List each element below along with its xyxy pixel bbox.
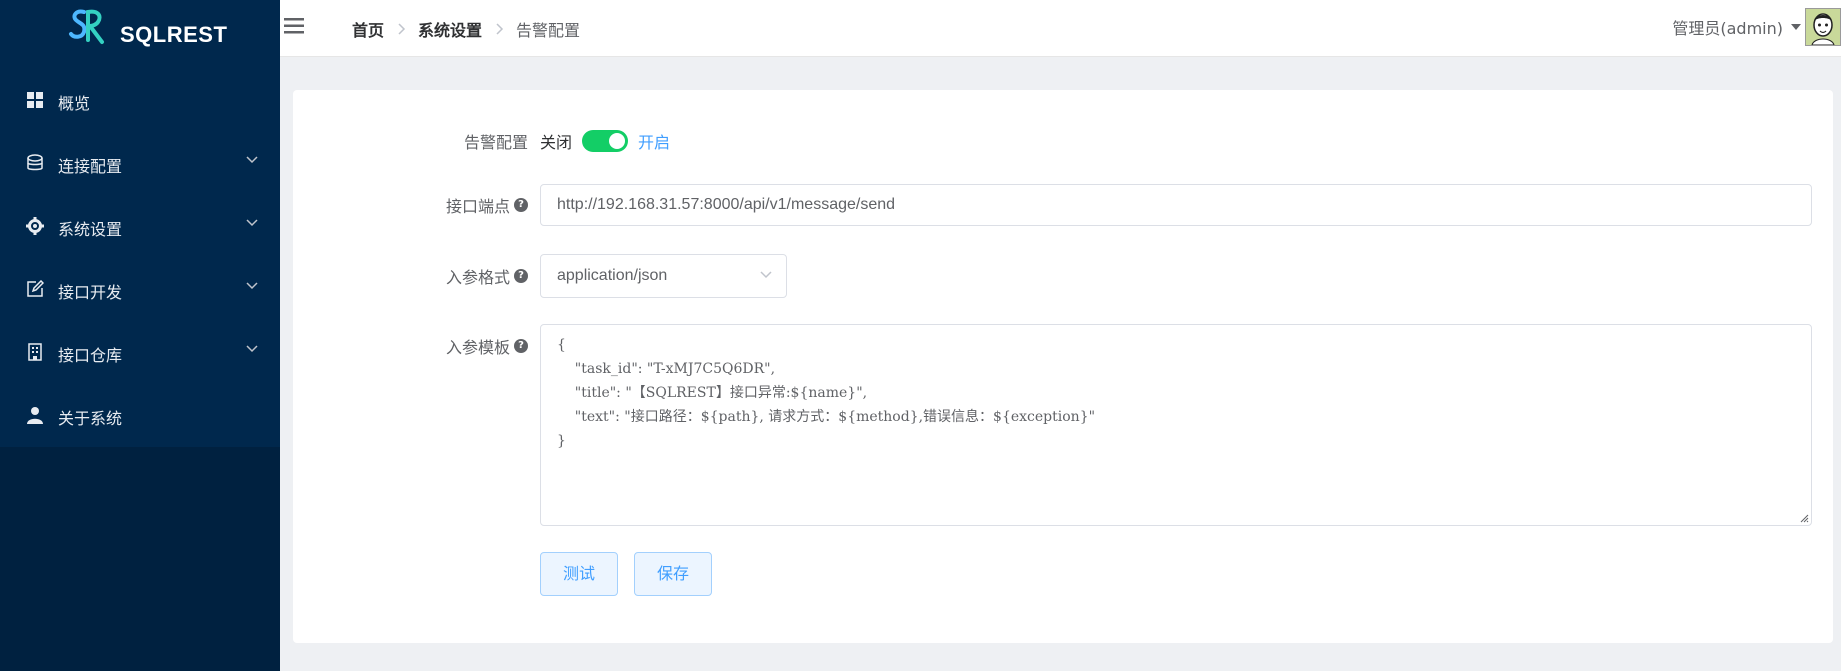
chevron-down-icon <box>246 345 258 353</box>
chevron-down-icon <box>246 156 258 164</box>
breadcrumb-system-settings[interactable]: 系统设置 <box>418 17 482 41</box>
switch-knob <box>609 133 626 149</box>
format-select-value: application/json <box>557 267 668 284</box>
user-name: 管理员(admin) <box>1672 19 1783 38</box>
alert-switch-group: 关闭 开启 <box>540 129 670 153</box>
sr-logo-icon <box>69 9 104 44</box>
save-button[interactable]: 保存 <box>634 552 712 596</box>
chevron-down-icon <box>246 219 258 227</box>
breadcrumb-current: 告警配置 <box>516 21 581 40</box>
help-icon[interactable]: ? <box>514 198 528 212</box>
switch-off-label[interactable]: 关闭 <box>540 129 572 153</box>
endpoint-row: 接口端点? http://192.168.31.57:8000/api/v1/m… <box>293 184 1812 226</box>
database-icon <box>27 154 43 171</box>
top-header: 首页 系统设置 告警配置 管理员(admin) <box>280 0 1841 57</box>
gear-icon <box>26 217 44 235</box>
format-select[interactable]: application/json <box>540 254 787 298</box>
alert-label: 告警配置 <box>463 133 528 152</box>
template-text: { "task_id": "T-xMJ7C5Q6DR", "title": "【… <box>557 337 1096 449</box>
sidebar: SQLREST 概览 连接配置 系统设置 接口开发 接口仓库 关于系统 <box>0 0 280 671</box>
sidebar-menu: 概览 连接配置 系统设置 接口开发 接口仓库 关于系统 <box>0 69 280 447</box>
caret-down-icon <box>1791 24 1801 30</box>
logo-text: SQLREST <box>120 22 228 47</box>
sidebar-item-api-dev[interactable]: 接口开发 <box>0 258 280 321</box>
test-button[interactable]: 测试 <box>540 552 618 596</box>
chevron-right-icon <box>496 23 504 35</box>
sidebar-item-connections[interactable]: 连接配置 <box>0 132 280 195</box>
resize-handle-icon[interactable] <box>1799 513 1809 523</box>
user-menu[interactable]: 管理员(admin) <box>1672 15 1801 39</box>
sidebar-item-label: 接口仓库 <box>58 346 123 365</box>
user-icon <box>27 407 43 424</box>
format-label: 入参格式? <box>293 254 540 298</box>
sidebar-item-system-settings[interactable]: 系统设置 <box>0 195 280 258</box>
avatar[interactable] <box>1805 8 1841 46</box>
endpoint-input[interactable]: http://192.168.31.57:8000/api/v1/message… <box>540 184 1812 226</box>
grid-icon <box>27 92 43 108</box>
template-label: 入参模板? <box>293 324 540 368</box>
logo[interactable]: SQLREST <box>0 0 280 69</box>
building-icon <box>28 343 42 361</box>
chevron-right-icon <box>398 23 406 35</box>
format-row: 入参格式? application/json <box>293 254 787 298</box>
switch-on-label[interactable]: 开启 <box>638 129 670 153</box>
sidebar-item-label: 关于系统 <box>58 409 123 428</box>
breadcrumb-home[interactable]: 首页 <box>352 17 384 41</box>
chevron-down-icon <box>246 282 258 290</box>
sidebar-item-overview[interactable]: 概览 <box>0 69 280 132</box>
template-row: 入参模板? { "task_id": "T-xMJ7C5Q6DR", "titl… <box>293 324 1812 526</box>
breadcrumb: 首页 系统设置 告警配置 <box>352 17 580 41</box>
alert-row: 告警配置 关闭 开启 <box>293 126 670 156</box>
sidebar-item-label: 概览 <box>58 94 91 113</box>
edit-icon <box>27 280 44 297</box>
hamburger-menu-icon[interactable] <box>284 16 306 36</box>
help-icon[interactable]: ? <box>514 339 528 353</box>
alert-toggle-switch[interactable] <box>582 130 629 152</box>
sidebar-item-label: 连接配置 <box>58 157 123 176</box>
sidebar-item-api-repo[interactable]: 接口仓库 <box>0 321 280 384</box>
sidebar-item-about[interactable]: 关于系统 <box>0 384 280 447</box>
chevron-down-icon <box>760 271 772 279</box>
template-textarea[interactable]: { "task_id": "T-xMJ7C5Q6DR", "title": "【… <box>540 324 1812 526</box>
endpoint-label: 接口端点? <box>293 184 540 226</box>
sidebar-item-label: 接口开发 <box>58 283 123 302</box>
alert-config-card: 告警配置 关闭 开启 接口端点? http://192.168.31.57:80… <box>293 90 1833 643</box>
help-icon[interactable]: ? <box>514 269 528 283</box>
sidebar-item-label: 系统设置 <box>58 220 123 239</box>
